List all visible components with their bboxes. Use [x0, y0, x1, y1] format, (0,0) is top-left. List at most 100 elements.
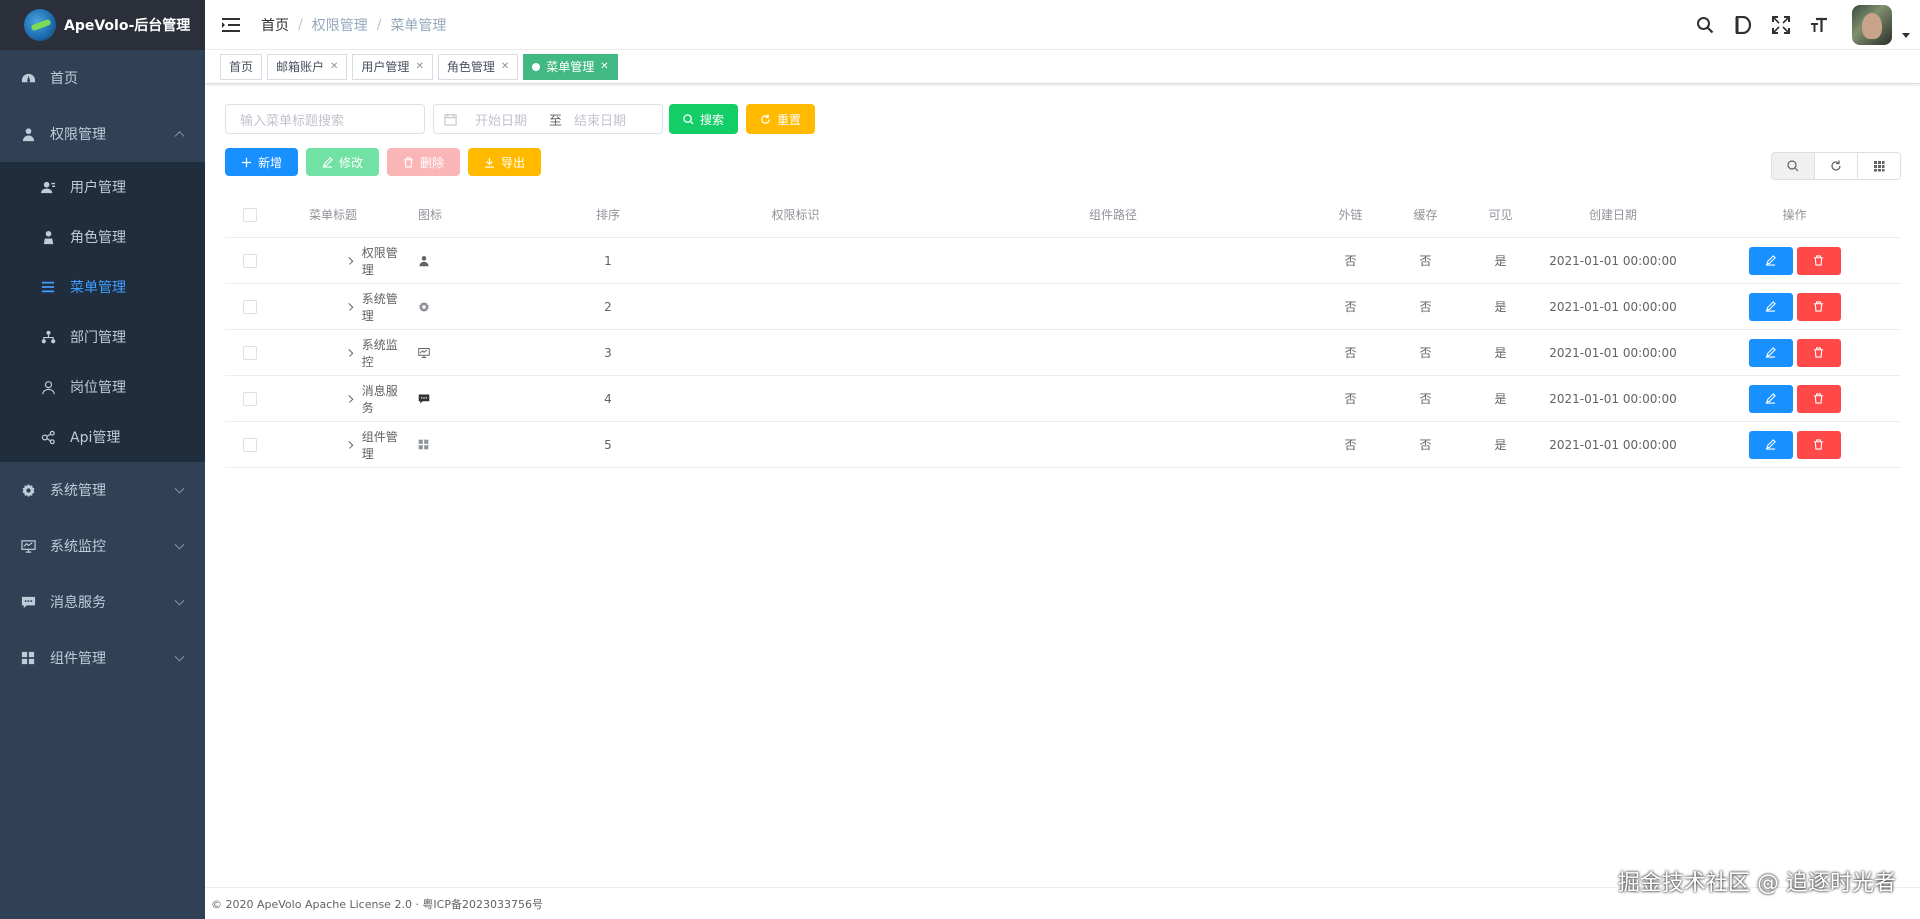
- sidebar-item-label: 菜单管理: [70, 280, 126, 296]
- sidebar-item-label: 角色管理: [70, 230, 126, 246]
- close-icon[interactable]: ✕: [330, 61, 338, 72]
- sidebar-item-posts[interactable]: 岗位管理: [0, 362, 205, 412]
- cell-title-text: 权限管理: [361, 245, 398, 277]
- cell-visible: 是: [1494, 300, 1507, 314]
- sidebar-item-label: 权限管理: [50, 127, 106, 143]
- delete-button[interactable]: 删除: [387, 148, 461, 176]
- pencil-icon: [1765, 347, 1776, 358]
- tag-label: 首页: [229, 60, 254, 74]
- trash-icon: [1813, 255, 1824, 266]
- sidebar-item-menus[interactable]: 菜单管理: [0, 262, 205, 312]
- table-row[interactable]: 系统管理 2 否 否 是 2021-01-01 00:00:00: [225, 284, 1901, 330]
- chevron-down-icon: [174, 539, 185, 550]
- submenu-permission: 用户管理 角色管理 菜单管理 部门管理 岗位管理 Api管理: [0, 162, 205, 462]
- caret-down-icon[interactable]: [1902, 32, 1910, 38]
- edit-button-label: 修改: [339, 155, 364, 170]
- cell-cache: 否: [1419, 438, 1432, 452]
- close-icon[interactable]: ✕: [600, 61, 608, 72]
- gear-icon: [418, 301, 430, 313]
- sidebar-item-api[interactable]: Api管理: [0, 412, 205, 462]
- cell-title: 消息服务: [275, 382, 408, 416]
- fullscreen-icon[interactable]: [1762, 0, 1800, 50]
- breadcrumb-separator: /: [298, 16, 303, 33]
- docs-icon[interactable]: [1724, 0, 1762, 50]
- tag-email-account[interactable]: 邮箱账户 ✕: [267, 53, 348, 80]
- table-row[interactable]: 消息服务 4 否 否 是 2021-01-01 00:00:00: [225, 376, 1901, 422]
- sidebar-item-depts[interactable]: 部门管理: [0, 312, 205, 362]
- row-edit-button[interactable]: [1748, 246, 1793, 275]
- sidebar-item-message[interactable]: 消息服务: [0, 574, 205, 630]
- export-button[interactable]: 导出: [468, 148, 542, 176]
- close-icon[interactable]: ✕: [501, 61, 509, 72]
- sidebar-item-components[interactable]: 组件管理: [0, 630, 205, 686]
- edit-button[interactable]: 修改: [306, 148, 380, 176]
- row-checkbox[interactable]: [243, 299, 257, 314]
- logo[interactable]: ApeVolo-后台管理: [0, 0, 205, 50]
- sidebar: ApeVolo-后台管理 首页 权限管理 用户管理 角色管理 菜单管理 部门管理…: [0, 0, 205, 919]
- sidebar-item-users[interactable]: 用户管理: [0, 162, 205, 212]
- sidebar-item-roles[interactable]: 角色管理: [0, 212, 205, 262]
- row-delete-button[interactable]: [1796, 430, 1841, 459]
- tag-home[interactable]: 首页: [220, 53, 263, 80]
- sidebar-item-permission[interactable]: 权限管理: [0, 106, 205, 162]
- table-row[interactable]: 权限管理 1 否 否 是 2021-01-01 00:00:00: [225, 238, 1901, 284]
- row-delete-button[interactable]: [1796, 292, 1841, 321]
- row-edit-button[interactable]: [1748, 292, 1793, 321]
- search-input[interactable]: 输入菜单标题搜索: [225, 104, 425, 134]
- sidebar-item-home[interactable]: 首页: [0, 50, 205, 106]
- header-ops: 操作: [1782, 208, 1807, 222]
- search-icon[interactable]: [1686, 0, 1724, 50]
- monitor-icon: [418, 347, 430, 359]
- avatar[interactable]: [1852, 5, 1892, 45]
- plus-icon: [241, 157, 252, 168]
- row-edit-button[interactable]: [1748, 430, 1793, 459]
- tag-users[interactable]: 用户管理 ✕: [352, 53, 433, 80]
- refresh-icon[interactable]: [1814, 152, 1858, 180]
- tag-menus[interactable]: 菜单管理 ✕: [523, 53, 618, 80]
- start-date-placeholder[interactable]: 开始日期: [475, 110, 527, 129]
- search-button[interactable]: 搜索: [669, 104, 739, 134]
- expand-icon[interactable]: [345, 440, 354, 449]
- row-delete-button[interactable]: [1796, 384, 1841, 413]
- breadcrumb: 首页 / 权限管理 / 菜单管理: [261, 15, 446, 35]
- row-checkbox[interactable]: [243, 345, 257, 360]
- row-delete-button[interactable]: [1796, 338, 1841, 367]
- close-icon[interactable]: ✕: [415, 61, 423, 72]
- breadcrumb-item[interactable]: 首页: [261, 15, 289, 35]
- date-range-picker[interactable]: 开始日期 至 结束日期: [433, 104, 663, 134]
- sidebar-item-monitor[interactable]: 系统监控: [0, 518, 205, 574]
- search-icon: [683, 113, 694, 125]
- cell-ops: [1688, 246, 1901, 275]
- cell-date: 2021-01-01 00:00:00: [1549, 437, 1677, 452]
- row-edit-button[interactable]: [1748, 384, 1793, 413]
- row-delete-button[interactable]: [1796, 246, 1841, 275]
- app-title: ApeVolo-后台管理: [64, 18, 191, 34]
- table-row[interactable]: 系统监控 3 否 否 是 2021-01-01 00:00:00: [225, 330, 1901, 376]
- header-icon: 图标: [418, 208, 443, 222]
- pencil-icon: [1765, 255, 1776, 266]
- row-checkbox[interactable]: [243, 253, 257, 268]
- tags-view: 首页 邮箱账户 ✕ 用户管理 ✕ 角色管理 ✕ 菜单管理 ✕: [205, 50, 1920, 84]
- reset-button[interactable]: 重置: [746, 104, 816, 134]
- font-size-icon[interactable]: [1800, 0, 1838, 50]
- toggle-search-icon[interactable]: [1771, 152, 1815, 180]
- add-button-label: 新增: [258, 155, 283, 170]
- sidebar-item-system[interactable]: 系统管理: [0, 462, 205, 518]
- select-all-checkbox[interactable]: [243, 207, 257, 222]
- cell-title-text: 消息服务: [361, 383, 398, 415]
- expand-icon[interactable]: [345, 348, 354, 357]
- expand-icon[interactable]: [345, 302, 354, 311]
- columns-icon[interactable]: [1857, 152, 1901, 180]
- row-checkbox[interactable]: [243, 437, 257, 452]
- expand-icon[interactable]: [345, 256, 354, 265]
- expand-icon[interactable]: [345, 394, 354, 403]
- row-checkbox[interactable]: [243, 391, 257, 406]
- add-button[interactable]: 新增: [225, 148, 299, 176]
- table-row[interactable]: 组件管理 5 否 否 是 2021-01-01 00:00:00: [225, 422, 1901, 468]
- tag-roles[interactable]: 角色管理 ✕: [437, 53, 519, 80]
- cell-sort: 2: [604, 299, 612, 314]
- menu-icon: [40, 279, 56, 295]
- hamburger-icon[interactable]: [221, 15, 241, 35]
- end-date-placeholder[interactable]: 结束日期: [574, 110, 626, 129]
- row-edit-button[interactable]: [1748, 338, 1793, 367]
